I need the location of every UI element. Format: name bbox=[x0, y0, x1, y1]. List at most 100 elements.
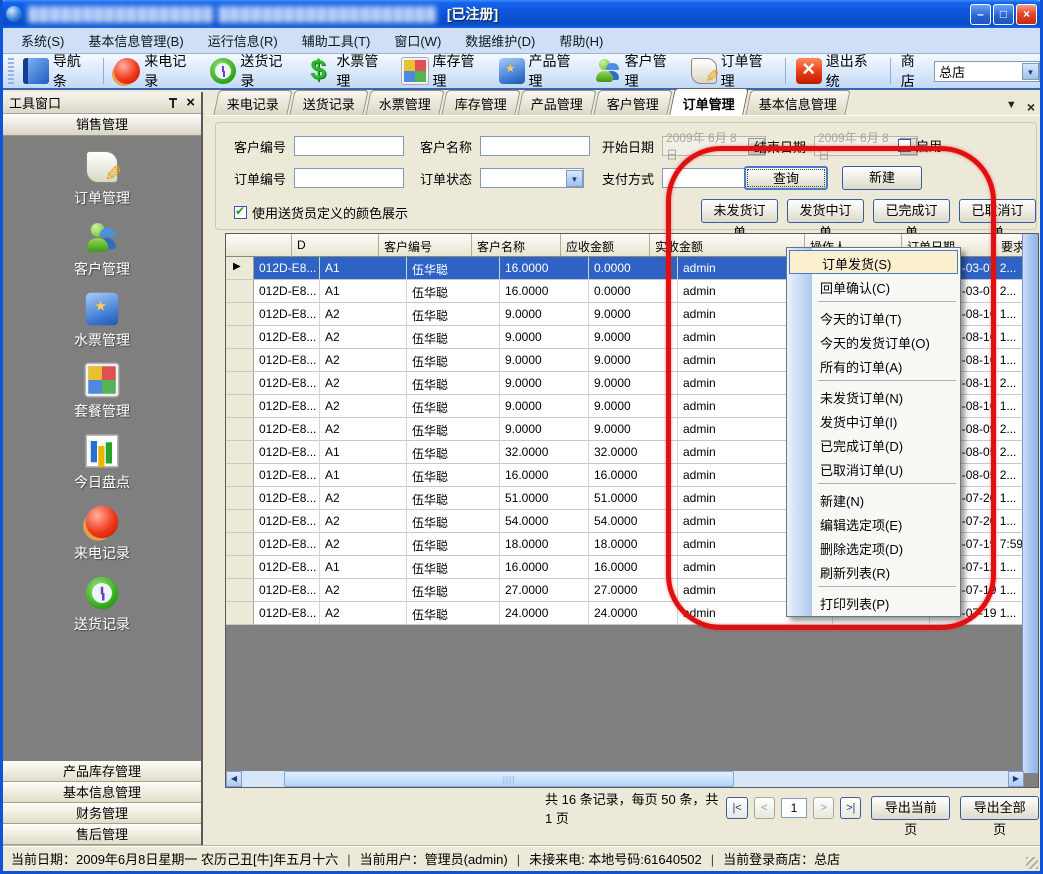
order-no-input[interactable] bbox=[294, 168, 404, 188]
grid-column-header[interactable]: 实收金额 bbox=[650, 234, 805, 257]
toolbar-button[interactable]: 客户管理 bbox=[589, 49, 685, 93]
sidebar-item[interactable]: 今日盘点 bbox=[74, 438, 130, 492]
context-menu-item[interactable] bbox=[818, 301, 956, 302]
order-status-select[interactable]: ▼ bbox=[480, 168, 584, 188]
scrollbar-thumb[interactable] bbox=[284, 771, 734, 787]
context-menu-item[interactable]: 删除选定项(D) bbox=[788, 535, 959, 559]
grid-column-header[interactable]: 客户编号 bbox=[379, 234, 472, 257]
close-button[interactable]: × bbox=[1016, 4, 1037, 25]
cell-receivable: 9.0000 bbox=[500, 326, 589, 349]
document-tab[interactable]: 基本信息管理 bbox=[745, 90, 850, 115]
prev-page-button[interactable]: < bbox=[754, 797, 775, 819]
context-menu-item[interactable]: 已完成订单(D) bbox=[788, 432, 959, 456]
tab-list-dropdown-icon[interactable]: ▼ bbox=[1006, 99, 1017, 115]
sidebar-section-button[interactable]: 基本信息管理 bbox=[3, 782, 201, 803]
customer-name-input[interactable] bbox=[480, 136, 590, 156]
enable-date-checkbox[interactable] bbox=[898, 139, 911, 152]
context-menu-item[interactable]: 打印列表(P) bbox=[788, 590, 959, 614]
first-page-button[interactable]: |< bbox=[726, 797, 747, 819]
customer-no-input[interactable] bbox=[294, 136, 404, 156]
grid-column-header[interactable]: D bbox=[292, 234, 379, 257]
export-all-pages-button[interactable]: 导出全部页 bbox=[960, 796, 1039, 820]
cell-customer-name: 伍华聪 bbox=[407, 326, 500, 349]
customer-person-icon bbox=[86, 222, 119, 255]
context-menu-item[interactable]: 已取消订单(U) bbox=[788, 456, 959, 480]
toolbar-button[interactable]: 退出系统 bbox=[790, 49, 886, 93]
toolbar-button[interactable]: 产品管理 bbox=[493, 49, 589, 93]
context-menu-item[interactable] bbox=[818, 380, 956, 381]
toolbar-button[interactable]: 库存管理 bbox=[396, 49, 492, 93]
toolbar-button[interactable]: 导航条 bbox=[17, 49, 99, 93]
order-status-filter-button[interactable]: 未发货订单 bbox=[701, 199, 778, 223]
context-menu-item[interactable]: 未发货订单(N) bbox=[788, 384, 959, 408]
context-menu-item[interactable]: 回单确认(C) bbox=[788, 274, 959, 298]
sidebar-item[interactable]: 套餐管理 bbox=[74, 367, 130, 421]
context-menu-item[interactable]: 新建(N) bbox=[788, 487, 959, 511]
cell-customer-name: 伍华聪 bbox=[407, 510, 500, 533]
order-status-filter-button[interactable]: 已取消订单 bbox=[959, 199, 1036, 223]
new-button[interactable]: 新建 bbox=[842, 166, 922, 190]
sidebar-item[interactable]: 水票管理 bbox=[74, 296, 130, 350]
context-menu-item[interactable]: 所有的订单(A) bbox=[788, 353, 959, 377]
toolbar-button[interactable] bbox=[103, 58, 104, 84]
sidebar-item[interactable]: 订单管理 bbox=[74, 154, 130, 208]
document-tab[interactable]: 客户管理 bbox=[593, 90, 672, 115]
toolbar-button[interactable]: 水票管理 bbox=[300, 49, 396, 93]
grid-column-header[interactable]: 应收金额 bbox=[561, 234, 650, 257]
scroll-left-icon[interactable]: ◀ bbox=[226, 771, 242, 787]
chevron-down-icon[interactable]: ▼ bbox=[566, 170, 583, 187]
scroll-right-icon[interactable]: ▶ bbox=[1008, 771, 1024, 787]
order-status-filter-button[interactable]: 已完成订单 bbox=[873, 199, 950, 223]
sidebar-close-icon[interactable]: × bbox=[186, 97, 195, 109]
context-menu-item[interactable]: 今天的订单(T) bbox=[788, 305, 959, 329]
sidebar-section-button[interactable]: 财务管理 bbox=[3, 803, 201, 824]
color-display-checkbox[interactable] bbox=[234, 206, 247, 219]
query-button[interactable]: 查询 bbox=[744, 166, 828, 190]
cell-received: 16.0000 bbox=[589, 464, 678, 487]
sidebar-item[interactable]: 送货记录 bbox=[74, 580, 130, 634]
toolbar-grip-handle[interactable] bbox=[8, 58, 14, 84]
document-tab[interactable]: 送货记录 bbox=[289, 90, 368, 115]
tab-close-icon[interactable]: × bbox=[1027, 99, 1035, 115]
context-menu-item[interactable]: 发货中订单(I) bbox=[788, 408, 959, 432]
context-menu-item[interactable] bbox=[818, 483, 956, 484]
context-menu-item[interactable] bbox=[818, 586, 956, 587]
context-menu-item[interactable]: 订单发货(S) bbox=[789, 250, 958, 274]
minimize-button[interactable]: – bbox=[970, 4, 991, 25]
grid-column-header[interactable]: 客户名称 bbox=[472, 234, 561, 257]
export-current-page-button[interactable]: 导出当前页 bbox=[871, 796, 950, 820]
cell-receivable: 9.0000 bbox=[500, 395, 589, 418]
context-menu-item[interactable]: 编辑选定项(E) bbox=[788, 511, 959, 535]
document-tab[interactable]: 库存管理 bbox=[441, 90, 520, 115]
shop-select[interactable]: 总店 ▼ bbox=[934, 61, 1040, 82]
document-tab[interactable]: 来电记录 bbox=[213, 90, 292, 115]
sidebar-item[interactable]: 客户管理 bbox=[74, 225, 130, 279]
chevron-down-icon[interactable]: ▼ bbox=[1022, 63, 1039, 80]
resize-grip[interactable] bbox=[1026, 857, 1038, 869]
vertical-scrollbar[interactable] bbox=[1022, 234, 1038, 773]
context-menu-item[interactable]: 今天的发货订单(O) bbox=[788, 329, 959, 353]
last-page-button[interactable]: >| bbox=[840, 797, 861, 819]
maximize-button[interactable]: □ bbox=[993, 4, 1014, 25]
next-page-button[interactable]: > bbox=[813, 797, 834, 819]
grid-column-header[interactable] bbox=[226, 234, 292, 257]
cell-receivable: 9.0000 bbox=[500, 418, 589, 441]
order-status-filter-button[interactable]: 发货中订单 bbox=[787, 199, 864, 223]
pin-icon[interactable] bbox=[168, 97, 178, 109]
document-tab[interactable]: 水票管理 bbox=[365, 90, 444, 115]
horizontal-scrollbar[interactable]: ◀ ▶ bbox=[226, 771, 1024, 787]
toolbar-button[interactable]: 送货记录 bbox=[204, 49, 300, 93]
sidebar-item[interactable]: 来电记录 bbox=[74, 509, 130, 563]
start-date-picker[interactable]: 2009年 6月 8日 ▼ bbox=[662, 136, 766, 156]
toolbar-button[interactable] bbox=[785, 58, 786, 84]
toolbar-button[interactable]: 订单管理 bbox=[685, 49, 781, 93]
document-tab[interactable]: 订单管理 bbox=[669, 88, 749, 115]
cell-customer-no: A2 bbox=[320, 349, 407, 372]
document-tab[interactable]: 产品管理 bbox=[517, 90, 596, 115]
context-menu-item[interactable]: 刷新列表(R) bbox=[788, 559, 959, 583]
sidebar-section-sales[interactable]: 销售管理 bbox=[3, 114, 201, 136]
sidebar-section-button[interactable]: 产品库存管理 bbox=[3, 761, 201, 782]
toolbar-button[interactable]: 来电记录 bbox=[108, 49, 204, 93]
page-number-input[interactable] bbox=[781, 798, 807, 818]
sidebar-section-button[interactable]: 售后管理 bbox=[3, 824, 201, 845]
